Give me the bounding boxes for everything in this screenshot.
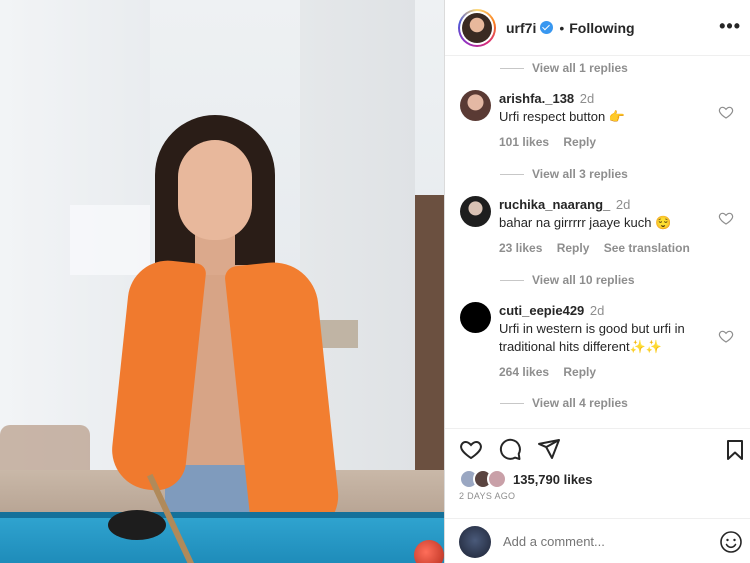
current-user-avatar [459,525,491,558]
verified-badge-icon [540,21,554,34]
post-date[interactable]: 2 DAYS AGO [459,491,515,501]
comment-time: 2d [579,91,595,106]
following-button[interactable]: Following [569,20,634,36]
commenter-username[interactable]: cuti_eepie429 [499,303,584,318]
share-icon[interactable] [537,437,561,461]
pool-table [0,512,444,563]
more-options-icon[interactable]: ••• [719,16,741,37]
commenter-username[interactable]: ruchika_naarang_ [499,197,610,212]
comment-likes[interactable]: 101 likes [499,135,549,149]
comments-list[interactable]: View all 1 replies arishfa._138 2d Urfi … [445,56,750,428]
pool-ball [414,540,444,563]
author-avatar[interactable] [458,8,496,47]
comment-like-heart-icon[interactable] [718,210,734,226]
comment-like-heart-icon[interactable] [718,104,734,120]
bookmark-icon[interactable] [723,438,747,462]
wall-frame [320,320,358,348]
post-header: urf7i • Following ••• [445,0,750,56]
comment-text: bahar na girrrrr jaaye kuch 😌 [499,215,672,230]
comment-input[interactable] [503,534,703,549]
comment-time: 2d [589,303,605,318]
background-window [70,205,150,275]
smiley-icon[interactable] [719,530,743,554]
comment-text: Urfi respect button 👉 [499,109,626,124]
comment-like-heart-icon[interactable] [718,328,734,344]
comment-likes[interactable]: 264 likes [499,365,549,379]
comment-icon[interactable] [498,437,522,461]
commenter-avatar[interactable] [460,302,491,333]
post-side-panel: urf7i • Following ••• View all 1 replies… [444,0,750,563]
reply-button[interactable]: Reply [563,135,596,149]
person-face [178,140,252,240]
heart-icon[interactable] [459,437,483,461]
add-comment-bar [445,518,750,563]
likes-summary[interactable]: 135,790 likes [459,469,593,489]
post-actions: 135,790 likes 2 DAYS AGO [445,428,750,563]
header-separator: • [559,19,565,36]
view-replies-link[interactable]: View all 1 replies [500,61,628,75]
author-username[interactable]: urf7i [506,20,536,36]
comment-likes[interactable]: 23 likes [499,241,542,255]
background-door [415,195,444,495]
commenter-username[interactable]: arishfa._138 [499,91,574,106]
liker-avatar [487,469,507,489]
comment-time: 2d [615,197,631,212]
pool-table-pocket [108,510,166,540]
reply-button[interactable]: Reply [557,241,590,255]
commenter-avatar[interactable] [460,90,491,121]
comment-text: Urfi in western is good but urfi in trad… [499,321,685,354]
reply-button[interactable]: Reply [563,365,596,379]
likes-count[interactable]: 135,790 likes [513,472,593,487]
post-photo[interactable] [0,0,444,563]
view-replies-link[interactable]: View all 10 replies [500,273,635,287]
view-replies-link[interactable]: View all 4 replies [500,396,628,410]
see-translation-link[interactable]: See translation [604,241,690,255]
view-replies-link[interactable]: View all 3 replies [500,167,628,181]
commenter-avatar[interactable] [460,196,491,227]
